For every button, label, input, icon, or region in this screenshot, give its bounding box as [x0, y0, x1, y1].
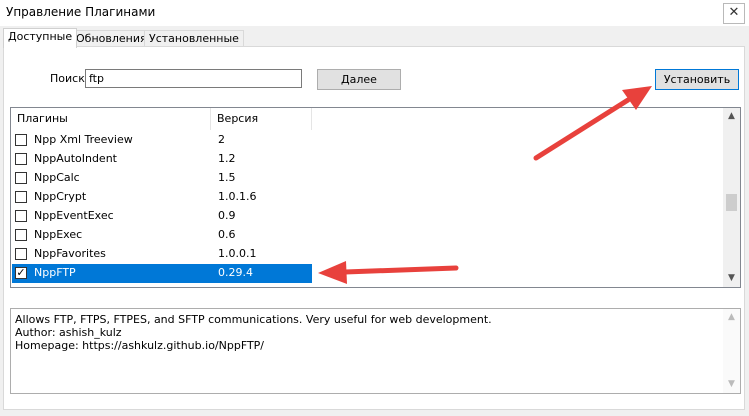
arrow-to-install-icon: [533, 86, 652, 161]
annotation-arrows: [318, 86, 652, 284]
arrow-to-nppftp-icon: [318, 261, 459, 284]
tab-available[interactable]: Доступные: [3, 28, 78, 48]
